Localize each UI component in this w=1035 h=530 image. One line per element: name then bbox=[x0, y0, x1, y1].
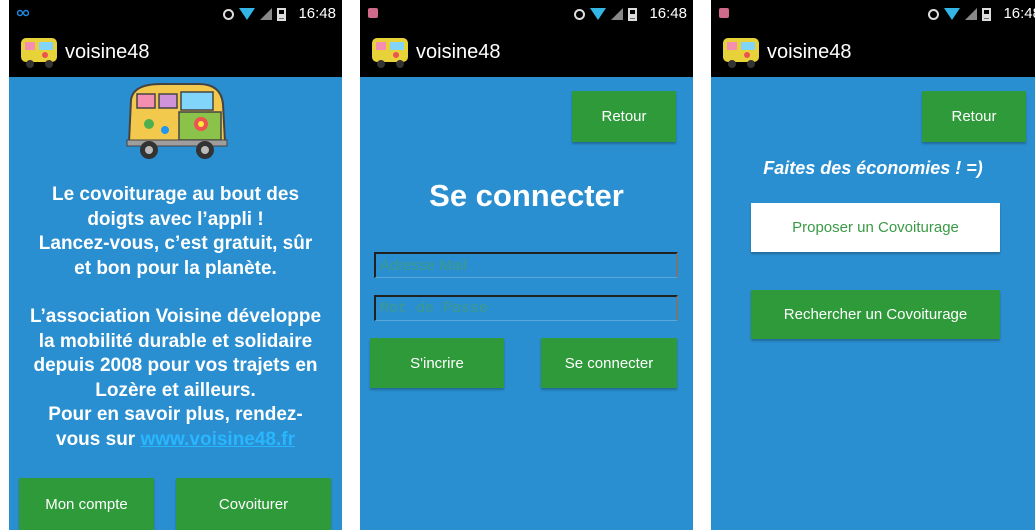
battery-icon bbox=[982, 7, 991, 21]
van-icon bbox=[126, 83, 228, 159]
status-bar: 16:48 bbox=[360, 0, 693, 27]
intro-line: Le covoiturage au bout des bbox=[51, 184, 300, 205]
app-title: voisine48 bbox=[767, 41, 852, 63]
intro-line: Lancez-vous, c’est gratuit, sûr bbox=[38, 233, 313, 254]
register-button[interactable]: S'incrire bbox=[370, 338, 504, 388]
status-time: 16:48 bbox=[649, 5, 687, 22]
intro-line: et bon pour la planète. bbox=[74, 257, 277, 279]
action-bar: voisine48 bbox=[9, 27, 342, 77]
app-logo-icon bbox=[723, 38, 759, 68]
back-button[interactable]: Retour bbox=[572, 91, 676, 142]
app-logo-icon bbox=[21, 38, 57, 68]
intro-line: la mobilité durable et solidaire bbox=[38, 330, 313, 352]
intro-line: doigts avec l’appli ! bbox=[87, 208, 264, 230]
alarm-icon bbox=[223, 8, 234, 20]
alarm-icon bbox=[928, 8, 939, 20]
email-field[interactable] bbox=[374, 252, 678, 278]
status-time: 16:48 bbox=[1003, 5, 1035, 22]
battery-icon bbox=[628, 7, 637, 21]
offer-carpool-button[interactable]: Proposer un Covoiturage bbox=[751, 203, 1000, 252]
carpool-button[interactable]: Covoiturer bbox=[176, 478, 331, 530]
screen-carpool: 16:48 voisine48 Retour Faites des économ… bbox=[711, 0, 1035, 530]
intro-text: Le covoiturage au bout des doigts avec l… bbox=[21, 183, 330, 452]
intro-line-link: vous sur www.voisine48.fr bbox=[21, 428, 330, 453]
page-title: Se connecter bbox=[429, 178, 624, 213]
alarm-icon bbox=[574, 8, 585, 20]
password-field[interactable] bbox=[374, 295, 678, 321]
login-button[interactable]: Se connecter bbox=[541, 338, 677, 388]
notification-icon bbox=[719, 8, 729, 18]
website-link[interactable]: www.voisine48.fr bbox=[140, 429, 295, 450]
intro-line: Pour en savoir plus, rendez- bbox=[48, 404, 303, 425]
screen-login: 16:48 voisine48 Retour Se connecter S'in… bbox=[360, 0, 693, 530]
action-bar: voisine48 bbox=[711, 27, 1035, 77]
signal-icon bbox=[260, 8, 272, 20]
action-bar: voisine48 bbox=[360, 27, 693, 77]
status-bar: 16:48 bbox=[711, 0, 1035, 27]
intro-line: Lozère et ailleurs. bbox=[95, 379, 256, 401]
link-prefix: vous sur bbox=[56, 428, 136, 450]
signal-icon bbox=[611, 8, 623, 20]
my-account-button[interactable]: Mon compte bbox=[19, 478, 154, 530]
screen-home: 16:48 voisine48 Le covoiturage au bout d… bbox=[9, 0, 342, 530]
app-logo-icon bbox=[372, 38, 408, 68]
notification-icon bbox=[368, 8, 378, 18]
intro-line: depuis 2008 pour vos trajets en bbox=[33, 355, 318, 376]
status-bar: 16:48 bbox=[9, 0, 342, 27]
search-carpool-button[interactable]: Rechercher un Covoiturage bbox=[751, 290, 1000, 339]
battery-icon bbox=[277, 7, 286, 21]
app-title: voisine48 bbox=[416, 41, 501, 63]
notification-icon bbox=[17, 9, 29, 17]
wifi-icon bbox=[944, 8, 960, 20]
wifi-icon bbox=[590, 8, 606, 20]
signal-icon bbox=[965, 8, 977, 20]
wifi-icon bbox=[239, 8, 255, 20]
back-button[interactable]: Retour bbox=[922, 91, 1026, 142]
status-time: 16:48 bbox=[298, 5, 336, 22]
app-title: voisine48 bbox=[65, 41, 150, 63]
intro-line: L’association Voisine développe bbox=[29, 306, 322, 327]
tagline: Faites des économies ! =) bbox=[763, 158, 983, 178]
